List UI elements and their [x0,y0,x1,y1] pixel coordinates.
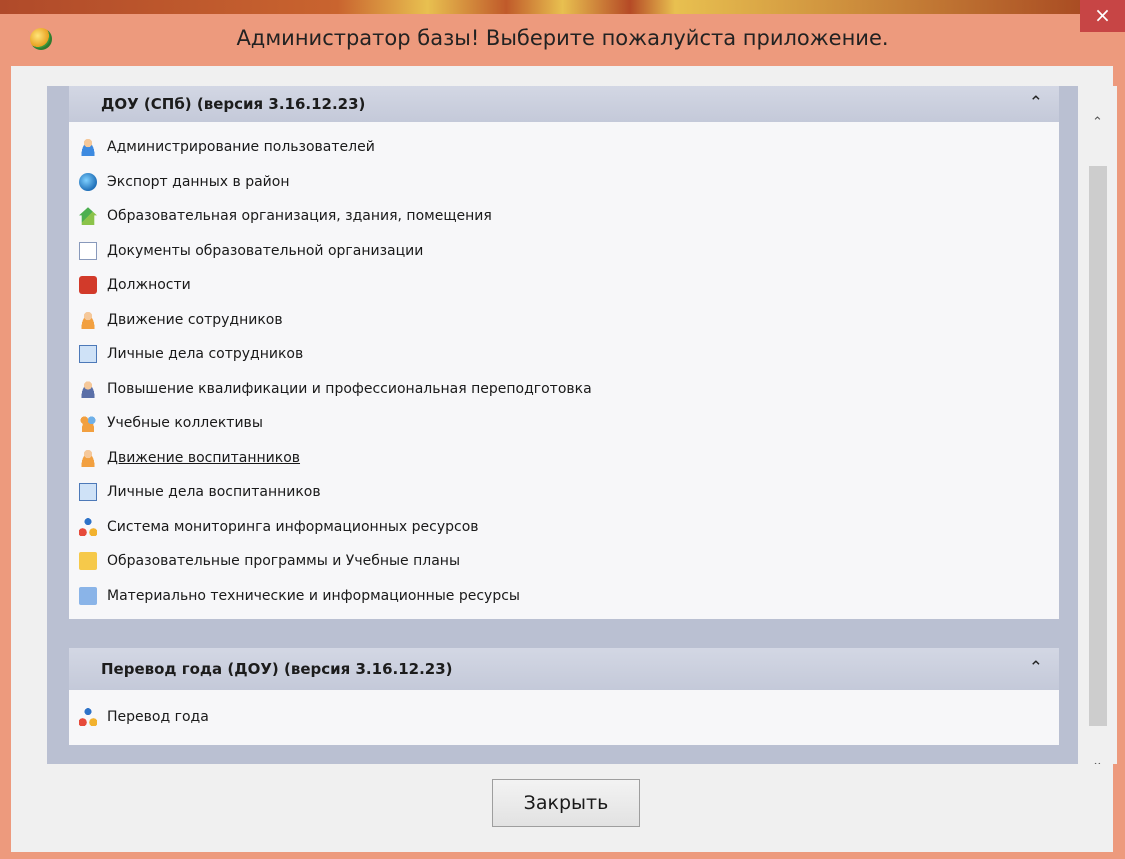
item-label: Движение сотрудников [107,311,283,328]
list-item-study-groups[interactable]: Учебные коллективы [69,406,1059,441]
group-icon [79,414,97,433]
list-item-documents[interactable]: Документы образовательной организации [69,234,1059,269]
list-item-export-data[interactable]: Экспорт данных в район [69,165,1059,200]
list-item-employee-movement[interactable]: Движение сотрудников [69,303,1059,338]
pupil-icon [79,448,97,467]
item-label: Администрирование пользователей [107,139,375,156]
item-label: Образовательные программы и Учебные план… [107,553,461,570]
item-label: Движение воспитанников [107,449,301,466]
folder-icon [79,552,97,571]
group-year-transfer: Перевод года (ДОУ) (версия 3.16.12.23) ⌃… [69,648,1059,745]
item-label: Образовательная организация, здания, пом… [107,208,492,225]
list-item-employee-files[interactable]: Личные дела сотрудников [69,337,1059,372]
list-item-organization[interactable]: Образовательная организация, здания, пом… [69,199,1059,234]
list-item-positions[interactable]: Должности [69,268,1059,303]
employee-icon [79,310,97,329]
list-item-year-transfer[interactable]: Перевод года [69,700,1059,735]
building-icon [79,207,97,226]
id-card-icon [79,483,97,502]
app-window: Администратор базы! Выберите пожалуйста … [0,0,1125,859]
group-dou-spb: ДОУ (СПб) (версия 3.16.12.23) ⌃ Админист… [69,86,1059,619]
item-label: Учебные коллективы [107,415,263,432]
training-icon [79,379,97,398]
window-client-area: ДОУ (СПб) (версия 3.16.12.23) ⌃ Админист… [11,66,1117,852]
item-label: Повышение квалификации и профессиональна… [107,380,592,397]
close-button[interactable]: Закрыть [492,779,640,827]
computer-icon [79,586,97,605]
collapse-chevron-icon[interactable]: ⌃ [1029,657,1043,679]
group-header[interactable]: Перевод года (ДОУ) (версия 3.16.12.23) ⌃ [69,648,1059,690]
item-label: Документы образовательной организации [107,242,424,259]
item-label: Личные дела воспитанников [107,484,321,501]
id-card-icon [79,345,97,364]
briefcase-icon [79,276,97,295]
collapse-chevron-icon[interactable]: ⌃ [1029,92,1043,114]
group-items: Перевод года [69,690,1059,745]
item-label: Система мониторинга информационных ресур… [107,518,479,535]
list-item-training[interactable]: Повышение квалификации и профессиональна… [69,372,1059,407]
group-header[interactable]: ДОУ (СПб) (версия 3.16.12.23) ⌃ [69,86,1059,122]
list-item-monitoring[interactable]: Система мониторинга информационных ресур… [69,510,1059,545]
application-list-panel: ДОУ (СПб) (версия 3.16.12.23) ⌃ Админист… [47,86,1117,764]
item-label: Перевод года [107,709,209,726]
list-item-resources[interactable]: Материально технические и информационные… [69,579,1059,614]
desktop-background-strip [0,0,1125,14]
item-label: Экспорт данных в район [107,173,290,190]
group-items: Администрирование пользователей Экспорт … [69,122,1059,619]
window-title: Администратор базы! Выберите пожалуйста … [236,26,889,50]
network-icon [79,517,97,536]
group-title: Перевод года (ДОУ) (версия 3.16.12.23) [101,660,453,678]
scroll-down-arrow-icon[interactable]: ⌄ [1078,746,1117,764]
globe-export-icon [79,172,97,191]
title-bar: Администратор базы! Выберите пожалуйста … [0,0,1125,66]
item-label: Материально технические и информационные… [107,587,520,604]
network-icon [79,708,97,727]
scroll-up-arrow-icon[interactable]: ⌃ [1078,106,1117,140]
list-item-programs[interactable]: Образовательные программы и Учебные план… [69,544,1059,579]
vertical-scrollbar[interactable]: ⌃ ⌄ [1078,86,1117,764]
group-title: ДОУ (СПб) (версия 3.16.12.23) [101,95,366,113]
document-icon [79,241,97,260]
window-close-button[interactable]: × [1080,0,1125,32]
list-item-pupil-movement[interactable]: Движение воспитанников [69,441,1059,476]
item-label: Должности [107,277,191,294]
user-icon [79,138,97,157]
list-item-admin-users[interactable]: Администрирование пользователей [69,130,1059,165]
list-item-pupil-files[interactable]: Личные дела воспитанников [69,475,1059,510]
scroll-thumb[interactable] [1089,166,1107,726]
item-label: Личные дела сотрудников [107,346,304,363]
